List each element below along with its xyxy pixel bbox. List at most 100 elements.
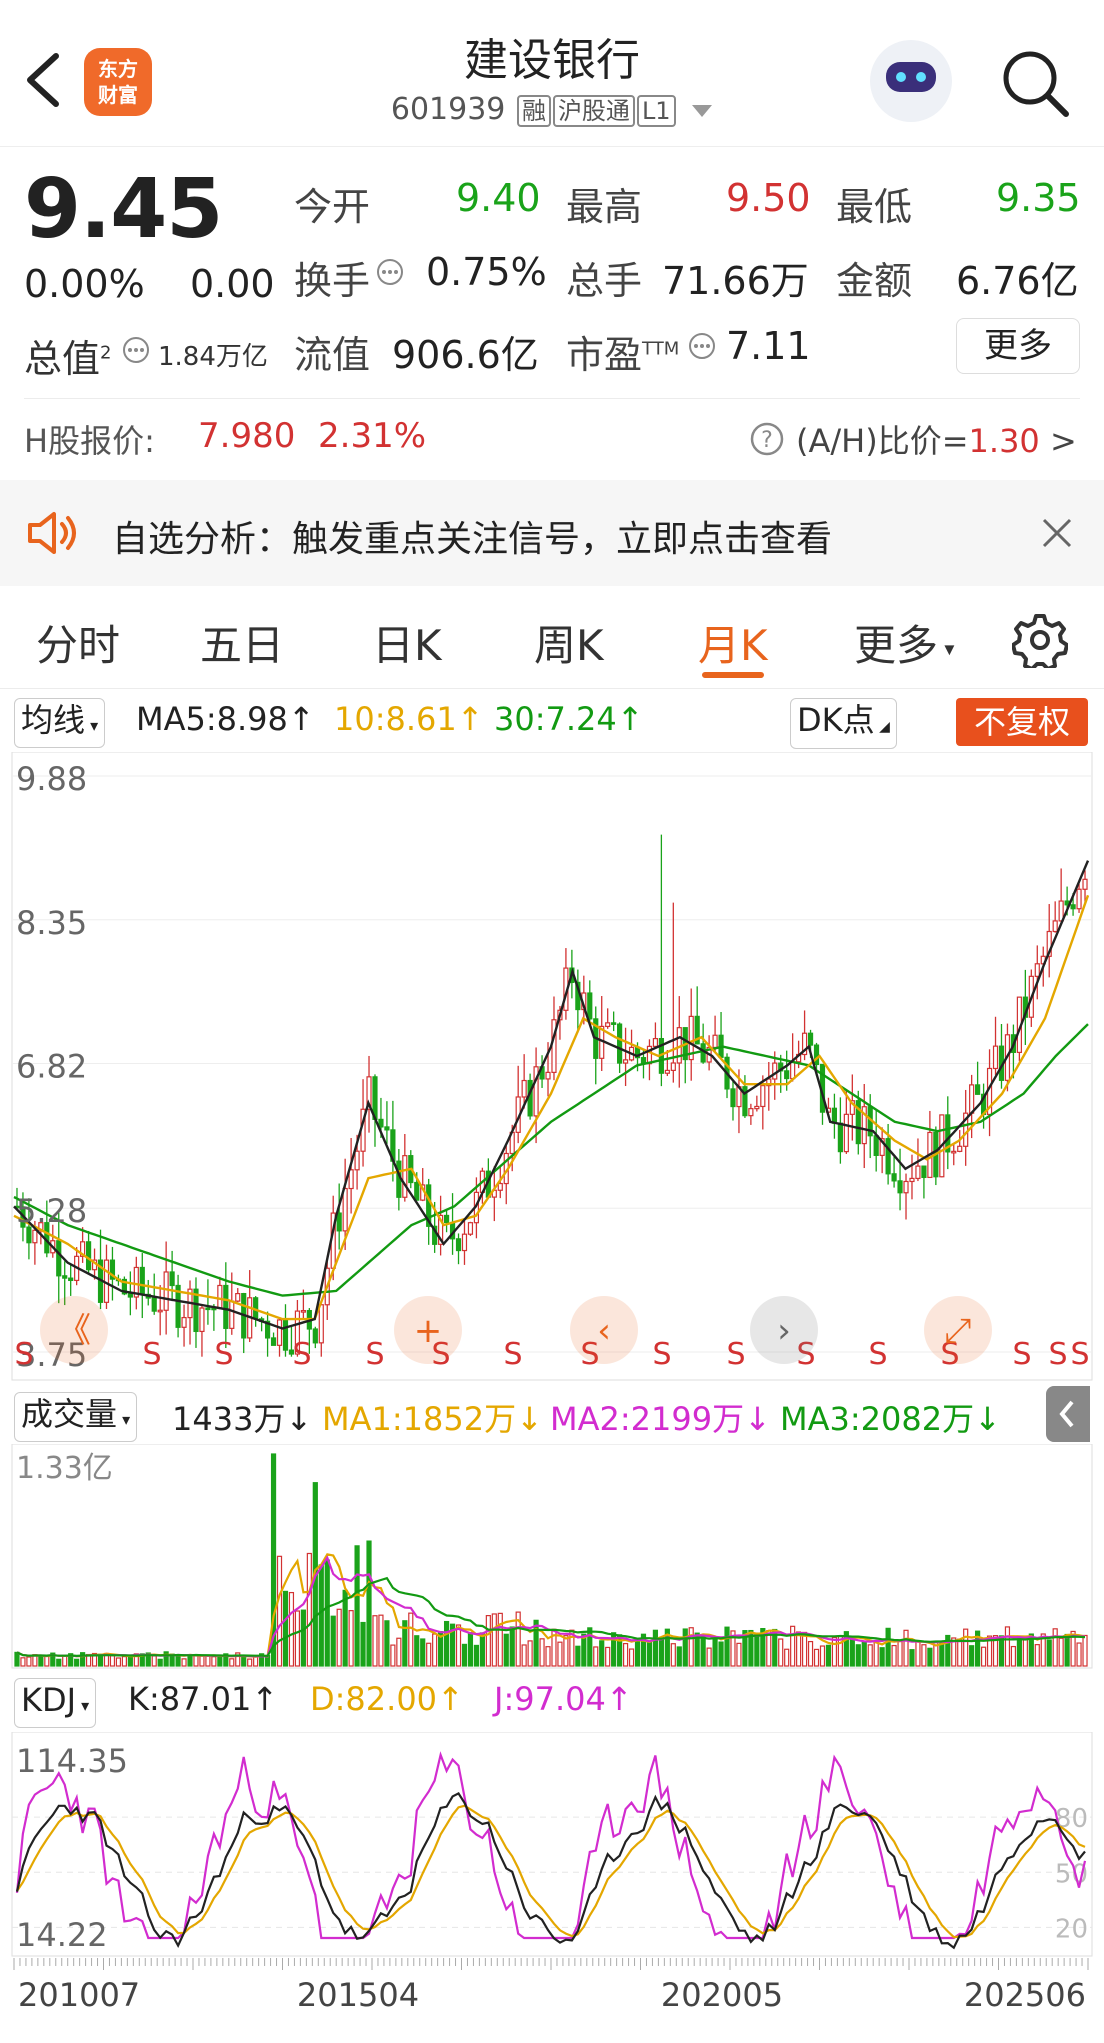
candle-body (342, 1187, 348, 1232)
candle-body (282, 1319, 289, 1351)
tab-five-day[interactable]: 五日 (200, 612, 284, 673)
price-ytick: 8.35 (16, 904, 87, 942)
more-quote-button[interactable]: 更多 (956, 318, 1080, 374)
high-label: 最高 (566, 185, 643, 229)
candle-body (754, 1105, 760, 1110)
candle-body (921, 1165, 927, 1179)
candle-body (163, 1271, 169, 1311)
divider (0, 688, 1104, 689)
open-label: 今开 (294, 185, 371, 229)
info-dots-icon[interactable] (688, 332, 716, 360)
volume-bar (473, 1644, 480, 1667)
volume-bar (127, 1655, 133, 1667)
volume-bar (736, 1642, 742, 1667)
nav-prev-icon-glyph: 《 (57, 1311, 91, 1351)
candle-body (1082, 878, 1088, 890)
volume-bar (628, 1648, 635, 1667)
volume-bar (527, 1640, 533, 1667)
candle-body (975, 1084, 981, 1095)
volume-bar (247, 1658, 253, 1667)
hshare-price: 7.980 (198, 416, 296, 456)
hshare-label: H股报价: (24, 422, 155, 460)
analysis-banner[interactable]: 自选分析：触发重点关注信号，立即点击查看 (0, 480, 1104, 586)
volume-bar (1052, 1628, 1058, 1667)
volume-bar (414, 1635, 420, 1667)
candle-body (909, 1177, 915, 1183)
volume-bar (56, 1658, 62, 1667)
candle-body (127, 1293, 133, 1298)
volume-bar (891, 1644, 897, 1667)
adjust-button[interactable]: 不复权 (956, 698, 1088, 746)
volume-bar (324, 1559, 330, 1667)
volume-bar (175, 1654, 181, 1667)
help-icon[interactable]: ? (750, 422, 784, 456)
turnover-value: 0.75% (426, 250, 547, 294)
volume-bar (74, 1658, 80, 1667)
volume-bar (969, 1645, 975, 1667)
volume-bar (276, 1555, 283, 1667)
kdj-k-line (15, 1791, 1086, 1950)
volume-bar (1046, 1639, 1052, 1667)
volume-bar (1004, 1626, 1011, 1667)
signal-marker: S (1012, 1337, 1031, 1372)
candlestick-chart[interactable]: 9.888.356.825.283.75 SSSSSSSSSSSSSSSS 《+… (0, 752, 1104, 1382)
info-dots-icon[interactable] (122, 336, 150, 364)
volume-bar (825, 1644, 832, 1667)
candle-body (748, 1108, 754, 1117)
candle-body (402, 1155, 408, 1198)
time-axis-label: 201007 (18, 1976, 140, 2014)
candle-body (336, 1212, 342, 1232)
robot-avatar-icon[interactable] (870, 40, 952, 122)
volume-bar (921, 1644, 927, 1667)
kdj-selector[interactable]: KDJ ▾ (14, 1678, 97, 1728)
pe-label: 市盈TTM (566, 333, 680, 377)
volume-bar (521, 1644, 527, 1667)
volume-selector[interactable]: 成交量 ▾ (14, 1392, 138, 1442)
candle-body (885, 1138, 891, 1175)
ah-ratio[interactable]: (A/H)比价=1.30 > (796, 416, 1077, 462)
kdj-d: D:82.00↑ (310, 1680, 464, 1718)
triangle-down-icon[interactable] (691, 104, 713, 118)
volume-bar (1082, 1634, 1088, 1667)
candle-body (730, 1088, 736, 1108)
tab-monthly-k[interactable]: 月K (698, 612, 768, 673)
svg-text:?: ? (761, 428, 773, 453)
volume-bar (831, 1636, 838, 1667)
kdj-chart[interactable]: 805020 114.3514.22 (0, 1732, 1104, 1958)
volume-bar (676, 1646, 682, 1667)
candle-body (32, 1229, 38, 1244)
tab-intraday[interactable]: 分时 (36, 612, 120, 673)
close-icon[interactable] (1040, 516, 1074, 550)
volume-bar (497, 1612, 503, 1667)
tab-weekly-k[interactable]: 周K (534, 612, 604, 673)
volume-bar (646, 1641, 653, 1667)
gear-icon[interactable] (1012, 612, 1068, 668)
candle-body (587, 992, 593, 1020)
tab-more[interactable]: 更多 ▾ (854, 612, 954, 673)
tab-daily-k[interactable]: 日K (372, 612, 442, 673)
candle-body (545, 1071, 551, 1080)
volume-bar (282, 1590, 289, 1667)
float-label: 流值 (294, 333, 371, 377)
volume-bar (109, 1655, 116, 1667)
volume-bar (873, 1641, 879, 1667)
info-dots-icon[interactable] (376, 258, 404, 286)
volume-bar (557, 1641, 563, 1667)
signal-marker: S (142, 1337, 161, 1372)
dk-point-toggle[interactable]: DK点 ◢ (790, 698, 897, 749)
candle-body (772, 1062, 778, 1080)
amount-value: 6.76亿 (956, 259, 1079, 303)
search-icon[interactable] (1000, 48, 1070, 118)
ma-selector[interactable]: 均线 ▾ (14, 698, 106, 748)
volume-bar (652, 1629, 659, 1667)
volume-bar (503, 1633, 509, 1667)
candle-body (521, 1079, 527, 1098)
volume-value: 71.66万 (662, 259, 809, 303)
signal-marker: S (214, 1337, 233, 1372)
candle-body (384, 1126, 390, 1131)
volume-bar (461, 1643, 468, 1667)
collapse-panel-button[interactable] (1046, 1386, 1090, 1442)
volume-chart[interactable]: 1.33亿 (0, 1444, 1104, 1670)
signal-marker: S (365, 1337, 384, 1372)
volume-bar (796, 1631, 802, 1667)
